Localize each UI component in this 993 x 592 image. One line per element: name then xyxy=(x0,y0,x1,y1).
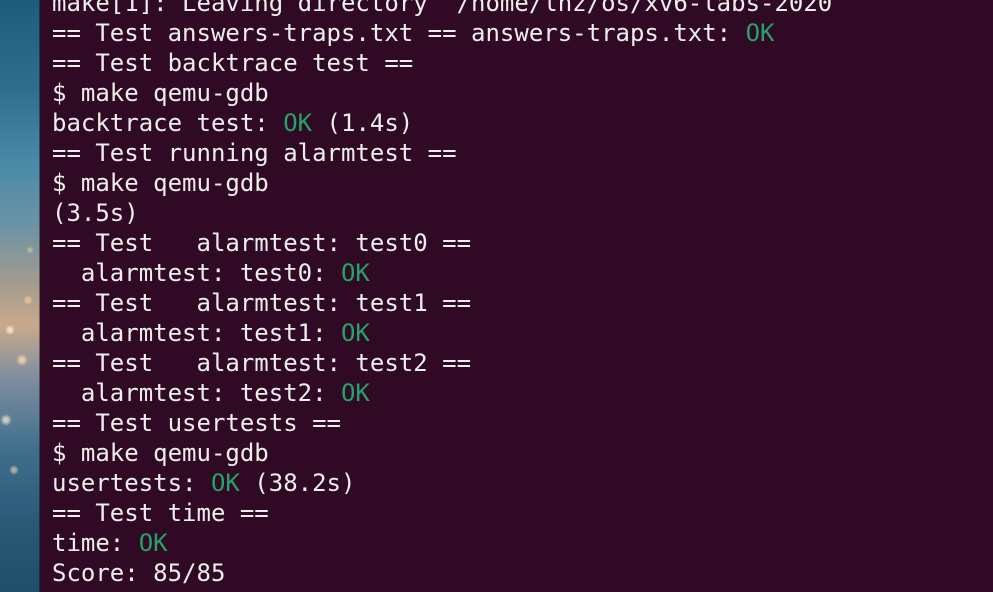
status-ok: OK xyxy=(283,109,313,137)
terminal-text: alarmtest: test2: xyxy=(52,379,341,407)
terminal-line: $ make qemu-gdb xyxy=(52,438,985,468)
terminal-line: alarmtest: test1: OK xyxy=(52,318,985,348)
terminal-line: == Test usertests == xyxy=(52,408,985,438)
desktop: make[1]: Leaving directory '/home/lhz/os… xyxy=(0,0,993,592)
terminal-text: == Test alarmtest: test1 == xyxy=(52,289,472,317)
status-ok: OK xyxy=(138,529,168,557)
terminal-line: Score: 85/85 xyxy=(52,558,985,588)
terminal-line: $ make qemu-gdb xyxy=(52,78,985,108)
terminal-text: Score: 85/85 xyxy=(52,559,226,587)
terminal-line: $ make qemu-gdb xyxy=(52,168,985,198)
terminal-text: == Test backtrace test == xyxy=(52,49,414,77)
terminal-text: == Test time == xyxy=(52,499,269,527)
terminal-window[interactable]: make[1]: Leaving directory '/home/lhz/os… xyxy=(40,0,993,592)
status-ok: OK xyxy=(340,379,370,407)
terminal-text: $ make qemu-gdb xyxy=(52,169,269,197)
terminal-text: alarmtest: test1: xyxy=(52,319,341,347)
status-ok: OK xyxy=(745,19,775,47)
terminal-output: make[1]: Leaving directory '/home/lhz/os… xyxy=(52,0,985,588)
terminal-text: (1.4s) xyxy=(312,109,414,137)
terminal-line: alarmtest: test2: OK xyxy=(52,378,985,408)
terminal-line: (3.5s) xyxy=(52,198,985,228)
terminal-line: backtrace test: OK (1.4s) xyxy=(52,108,985,138)
terminal-text: == Test usertests == xyxy=(52,409,341,437)
terminal-text: alarmtest: test0: xyxy=(52,259,341,287)
terminal-text: == Test alarmtest: test2 == xyxy=(52,349,472,377)
terminal-text: time: xyxy=(52,529,139,557)
terminal-text: make[1]: Leaving directory '/home/lhz/os… xyxy=(52,0,847,17)
terminal-line: == Test alarmtest: test0 == xyxy=(52,228,985,258)
terminal-text: == Test alarmtest: test0 == xyxy=(52,229,472,257)
desktop-wallpaper xyxy=(0,0,40,592)
terminal-text: (3.5s) xyxy=(52,199,139,227)
status-ok: OK xyxy=(210,469,240,497)
terminal-line: == Test time == xyxy=(52,498,985,528)
status-ok: OK xyxy=(340,319,370,347)
terminal-line: time: OK xyxy=(52,528,985,558)
terminal-text: == Test running alarmtest == xyxy=(52,139,457,167)
terminal-line: == Test backtrace test == xyxy=(52,48,985,78)
terminal-text: == Test answers-traps.txt == answers-tra… xyxy=(52,19,746,47)
terminal-line: == Test alarmtest: test1 == xyxy=(52,288,985,318)
terminal-text: $ make qemu-gdb xyxy=(52,439,269,467)
terminal-line: make[1]: Leaving directory '/home/lhz/os… xyxy=(52,0,985,18)
status-ok: OK xyxy=(340,259,370,287)
terminal-text: usertests: xyxy=(52,469,211,497)
terminal-line: == Test answers-traps.txt == answers-tra… xyxy=(52,18,985,48)
terminal-line: == Test alarmtest: test2 == xyxy=(52,348,985,378)
terminal-text: (38.2s) xyxy=(239,469,356,497)
terminal-line: usertests: OK (38.2s) xyxy=(52,468,985,498)
terminal-text: $ make qemu-gdb xyxy=(52,79,269,107)
terminal-line: alarmtest: test0: OK xyxy=(52,258,985,288)
terminal-line: == Test running alarmtest == xyxy=(52,138,985,168)
terminal-text: backtrace test: xyxy=(52,109,284,137)
